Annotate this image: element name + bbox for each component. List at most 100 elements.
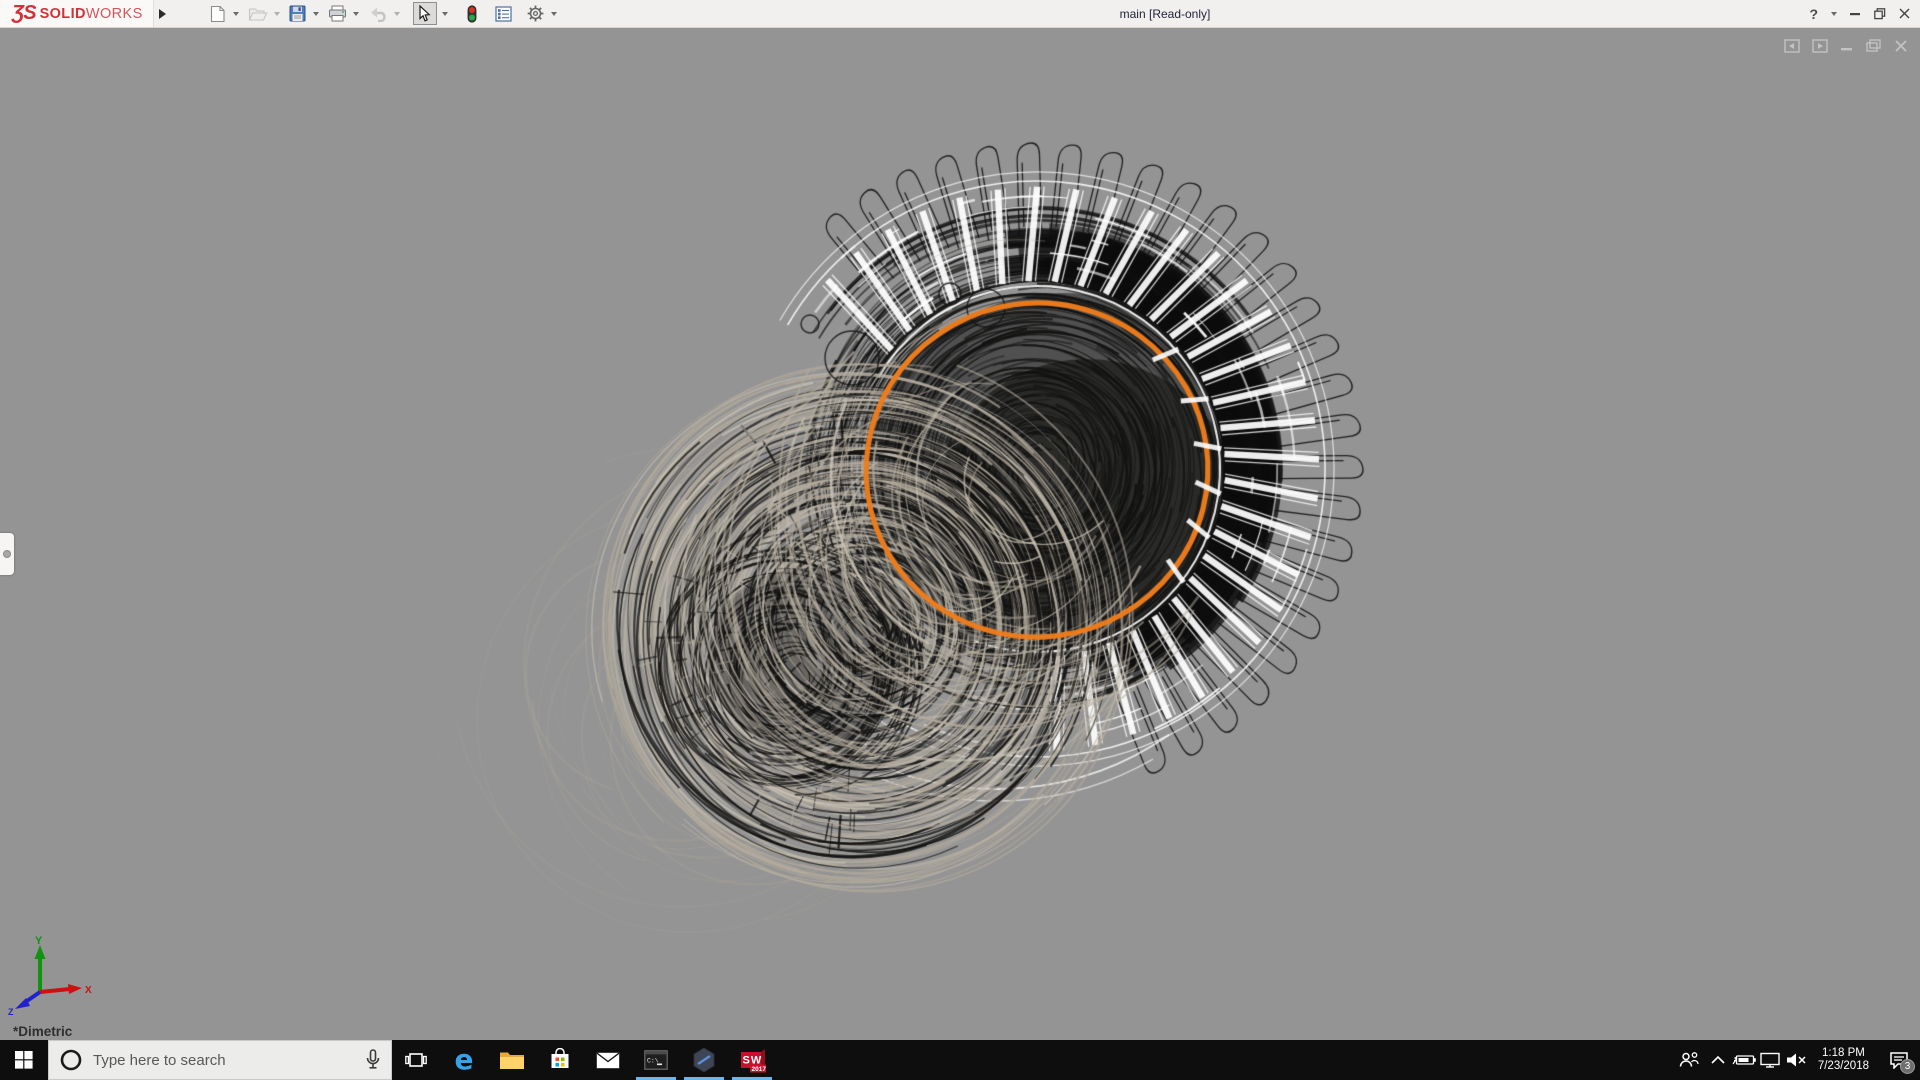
taskbar-file-explorer-button[interactable] [488,1040,536,1080]
select-cursor-icon [419,5,431,22]
mail-icon [596,1052,620,1068]
taskbar-hexagon-app-button[interactable] [680,1040,728,1080]
tray-time: 1:18 PM [1822,1047,1865,1059]
taskbar: Type here to search e C:\ SW 2017 1:18 P… [0,1040,1920,1080]
task-view-button[interactable] [392,1040,440,1080]
people-button[interactable] [1673,1040,1705,1080]
doc-tile-left-button[interactable] [1784,39,1800,53]
minimize-button[interactable] [1850,12,1861,16]
open-button[interactable] [245,2,271,25]
microphone-icon[interactable] [365,1049,381,1071]
chevron-up-icon [1711,1055,1725,1064]
cortana-icon [60,1049,82,1071]
notification-badge: 3 [1900,1059,1915,1074]
brand-solid: SOLID [39,5,86,22]
doc-restore-button[interactable] [1866,39,1882,53]
minimize-icon [1850,12,1860,15]
document-window-controls [1784,39,1908,53]
action-center-button[interactable]: 3 [1878,1040,1920,1080]
windows-logo-icon [15,1051,33,1069]
dassault-3ds-glyph: ƷS [12,2,37,24]
triad-z-label: Z [8,1007,14,1016]
task-view-icon [405,1053,427,1067]
rebuild-button[interactable] [460,2,484,25]
print-icon [328,5,346,22]
model-canvas[interactable] [0,28,1920,1040]
file-explorer-icon [500,1052,524,1069]
taskbar-search-box[interactable]: Type here to search [48,1040,392,1080]
solidworks-logo: ƷS SOLID WORKS [0,0,154,27]
network-button[interactable] [1757,1040,1783,1080]
titlebar: ƷS SOLID WORKS main [Read-only] ? [0,0,1920,28]
save-button[interactable] [286,2,310,25]
system-tray: 1:18 PM 7/23/2018 3 [1673,1040,1920,1080]
restore-button[interactable] [1874,7,1886,20]
view-orientation-label: *Dimetric [13,1024,73,1039]
featuremanager-collapsed-tab[interactable] [0,533,14,575]
tab-dot-icon [3,550,11,558]
close-icon [1899,8,1910,19]
doc-restore-icon [1866,39,1881,52]
doc-tile-right-button[interactable] [1812,39,1828,53]
doc-close-button[interactable] [1894,39,1908,53]
tile-right-icon [1812,39,1828,53]
taskbar-command-prompt-button[interactable]: C:\ [632,1040,680,1080]
open-dropdown-caret[interactable] [273,11,280,16]
orientation-triad: Y X Z [8,935,92,1016]
ethernet-icon [1760,1052,1780,1068]
menu-flyout-button[interactable] [154,0,172,27]
volume-muted-icon [1786,1053,1806,1067]
brand-works: WORKS [85,5,143,22]
select-dropdown-caret [441,11,448,16]
hexagon-app-icon [693,1047,715,1073]
select-tool-button[interactable] [412,2,437,25]
options-dropdown-caret[interactable] [550,11,557,16]
properties-list-icon [495,5,512,22]
undo-button[interactable] [365,2,391,25]
tray-date: 7/23/2018 [1817,1060,1869,1072]
people-icon [1679,1052,1699,1067]
clock[interactable]: 1:18 PM 7/23/2018 [1809,1040,1878,1080]
show-hidden-icons-button[interactable] [1705,1040,1731,1080]
help-dropdown-caret[interactable] [1831,11,1837,16]
print-button[interactable] [325,2,350,25]
quick-toolbar [206,2,562,25]
new-dropdown-caret[interactable] [232,11,239,16]
edge-icon: e [454,1043,474,1076]
taskbar-solidworks-button[interactable]: SW 2017 [728,1040,776,1080]
save-dropdown-caret[interactable] [312,11,319,16]
battery-button[interactable] [1731,1040,1757,1080]
store-icon [551,1048,569,1068]
tile-left-icon [1784,39,1800,53]
window-controls: ? [1809,0,1910,27]
volume-button[interactable] [1783,1040,1809,1080]
taskbar-mail-button[interactable] [584,1040,632,1080]
print-dropdown-caret[interactable] [352,11,359,16]
doc-close-icon [1895,40,1907,52]
start-button[interactable] [0,1040,48,1080]
command-prompt-icon: C:\ [644,1050,668,1070]
solidworks-window: ƷS SOLID WORKS main [Read-only] ? Y X Z … [0,0,1920,1080]
file-properties-button[interactable] [492,2,516,25]
doc-minimize-icon [1841,48,1852,51]
sw-year: 2017 [752,1066,767,1073]
doc-minimize-button[interactable] [1840,39,1854,53]
taskbar-store-button[interactable] [536,1040,584,1080]
save-icon [289,5,306,22]
options-button[interactable] [524,2,548,25]
flyout-arrow-icon [159,8,167,19]
restore-icon [1874,7,1886,19]
gear-icon [527,5,544,22]
traffic-light-icon [467,4,477,23]
help-button[interactable]: ? [1809,6,1818,22]
graphics-area[interactable]: Y X Z *Dimetric [0,28,1920,1040]
open-icon [248,7,268,21]
cmd-prompt-text: C:\ [647,1058,659,1065]
undo-dropdown-caret[interactable] [393,11,400,16]
select-dropdown-button[interactable] [438,2,452,25]
solidworks-2017-icon: SW2017 [741,1048,767,1073]
new-document-button[interactable] [206,2,230,25]
close-button[interactable] [1899,8,1910,19]
taskbar-edge-button[interactable]: e [440,1040,488,1080]
undo-icon [370,7,386,22]
